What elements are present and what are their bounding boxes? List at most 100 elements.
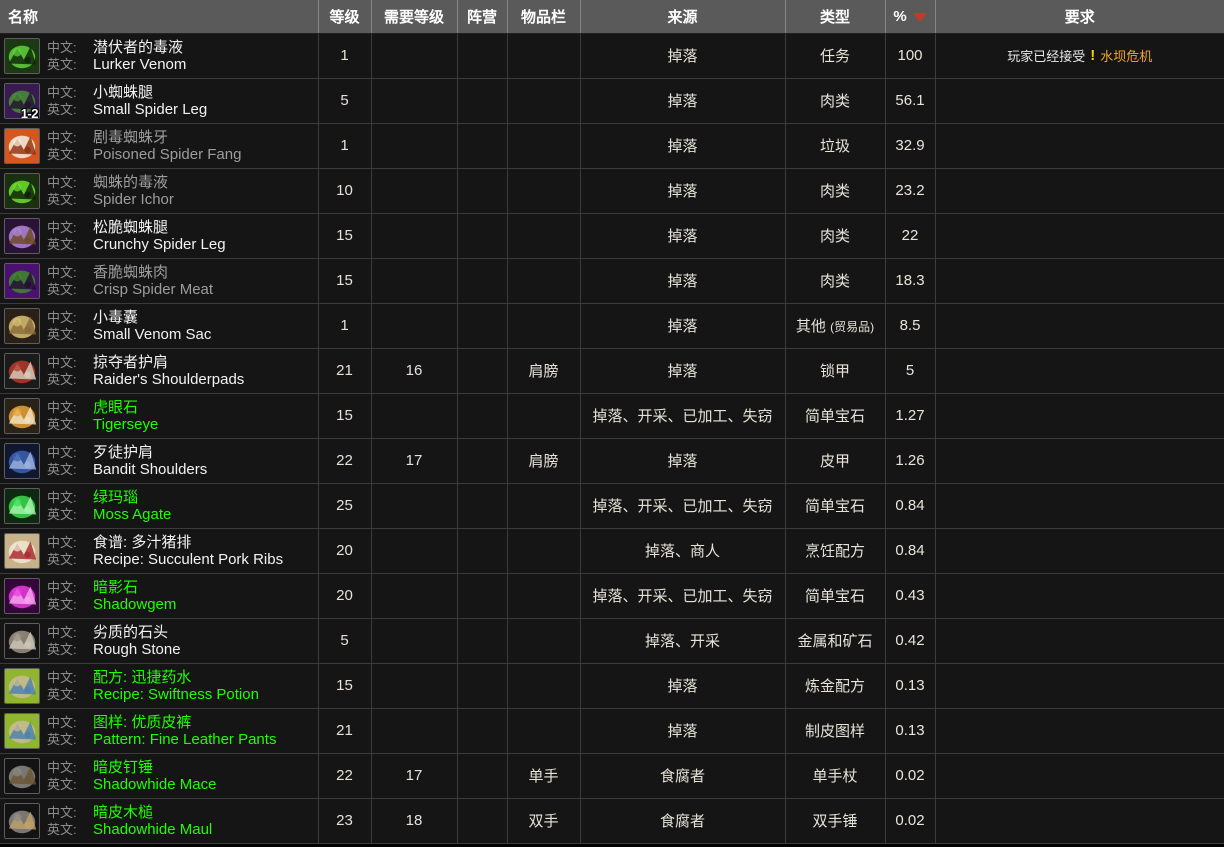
- table-row[interactable]: 中文: 小毒囊 英文: Small Venom Sac 1 掉落 其他 (贸易品) 8.5: [0, 303, 1224, 349]
- cell-item-name[interactable]: 中文: 配方: 迅捷药水 英文: Recipe: Swiftness Potion: [0, 663, 319, 709]
- item-name-cn[interactable]: 潜伏者的毒液: [93, 39, 183, 56]
- column-header-level[interactable]: 等级: [318, 0, 372, 34]
- cell-item-name[interactable]: 中文: 暗皮木槌 英文: Shadowhide Maul: [0, 798, 319, 844]
- table-row[interactable]: 中文: 配方: 迅捷药水 英文: Recipe: Swiftness Potion 15…: [0, 663, 1224, 709]
- item-name-en[interactable]: Raider's Shoulderpads: [93, 371, 244, 388]
- table-row[interactable]: 中文: 暗皮钉锤 英文: Shadowhide Mace 22 17 单手 食腐者 单手杖 0.0…: [0, 753, 1224, 799]
- cell-item-name[interactable]: 中文: 蜘蛛的毒液 英文: Spider Ichor: [0, 168, 319, 214]
- icon-crisp-spider-meat[interactable]: [4, 262, 40, 299]
- cell-item-name[interactable]: 中文: 暗影石 英文: Shadowgem: [0, 573, 319, 619]
- item-name-en[interactable]: Rough Stone: [93, 641, 181, 658]
- table-row[interactable]: 中文: 松脆蜘蛛腿 英文: Crunchy Spider Leg 15 掉落 肉类 22: [0, 213, 1224, 259]
- column-header-pct[interactable]: %: [885, 0, 936, 34]
- table-row[interactable]: 中文: 歹徒护肩 英文: Bandit Shoulders 22 17 肩膀 掉落 皮甲 1.26: [0, 438, 1224, 484]
- icon-small-spider-leg[interactable]: 1-2: [4, 82, 40, 119]
- cell-item-name[interactable]: 中文: 虎眼石 英文: Tigerseye: [0, 393, 319, 439]
- icon-lurker-venom[interactable]: [4, 37, 40, 74]
- item-name-en[interactable]: Tigerseye: [93, 416, 158, 433]
- icon-shadowhide-maul[interactable]: [4, 802, 40, 839]
- item-name-en[interactable]: Small Spider Leg: [93, 101, 207, 118]
- cell-item-name[interactable]: 中文: 掠夺者护肩 英文: Raider's Shoulderpads: [0, 348, 319, 394]
- cell-item-name[interactable]: 1-2 中文: 小蜘蛛腿 英文: Small Spider Leg: [0, 78, 319, 124]
- table-row[interactable]: 中文: 蜘蛛的毒液 英文: Spider Ichor 10 掉落 肉类 23.2: [0, 168, 1224, 214]
- cell-item-name[interactable]: 中文: 小毒囊 英文: Small Venom Sac: [0, 303, 319, 349]
- item-name-en[interactable]: Shadowhide Maul: [93, 821, 212, 838]
- cell-item-name[interactable]: 中文: 劣质的石头 英文: Rough Stone: [0, 618, 319, 664]
- item-name-cn[interactable]: 歹徒护肩: [93, 444, 153, 461]
- table-row[interactable]: 中文: 绿玛瑙 英文: Moss Agate 25 掉落、开采、已加工、失窃 简单宝石 0.8…: [0, 483, 1224, 529]
- item-name-en[interactable]: Recipe: Swiftness Potion: [93, 686, 259, 703]
- item-name-cn[interactable]: 绿玛瑙: [93, 489, 138, 506]
- icon-shadowgem[interactable]: [4, 577, 40, 614]
- icon-rough-stone[interactable]: [4, 622, 40, 659]
- icon-spider-ichor[interactable]: [4, 172, 40, 209]
- item-name-cn[interactable]: 蜘蛛的毒液: [93, 174, 168, 191]
- item-name-en[interactable]: Pattern: Fine Leather Pants: [93, 731, 276, 748]
- table-row[interactable]: 中文: 劣质的石头 英文: Rough Stone 5 掉落、开采 金属和矿石 0.42: [0, 618, 1224, 664]
- item-name-en[interactable]: Recipe: Succulent Pork Ribs: [93, 551, 283, 568]
- item-name-cn[interactable]: 配方: 迅捷药水: [93, 669, 191, 686]
- column-header-source[interactable]: 来源: [580, 0, 786, 34]
- table-row[interactable]: 中文: 掠夺者护肩 英文: Raider's Shoulderpads 21 16 肩膀 掉落…: [0, 348, 1224, 394]
- cell-item-name[interactable]: 中文: 绿玛瑙 英文: Moss Agate: [0, 483, 319, 529]
- sort-descending-icon[interactable]: [912, 12, 927, 22]
- cell-item-name[interactable]: 中文: 暗皮钉锤 英文: Shadowhide Mace: [0, 753, 319, 799]
- item-name-cn[interactable]: 劣质的石头: [93, 624, 168, 641]
- icon-poisoned-spider-fang[interactable]: [4, 127, 40, 164]
- table-row[interactable]: 中文: 虎眼石 英文: Tigerseye 15 掉落、开采、已加工、失窃 简单宝石 1.27: [0, 393, 1224, 439]
- table-row[interactable]: 1-2 中文: 小蜘蛛腿 英文: Small Spider Leg 5 掉落 肉类 56.1: [0, 78, 1224, 124]
- table-row[interactable]: 中文: 剧毒蜘蛛牙 英文: Poisoned Spider Fang 1 掉落 垃圾 32.9: [0, 123, 1224, 169]
- icon-shadowhide-mace[interactable]: [4, 757, 40, 794]
- item-name-en[interactable]: Lurker Venom: [93, 56, 186, 73]
- item-name-cn[interactable]: 掠夺者护肩: [93, 354, 168, 371]
- item-name-en[interactable]: Shadowgem: [93, 596, 176, 613]
- icon-tigerseye[interactable]: [4, 397, 40, 434]
- column-header-slot[interactable]: 物品栏: [507, 0, 581, 34]
- icon-recipe-swiftness-potion[interactable]: [4, 667, 40, 704]
- item-name-en[interactable]: Bandit Shoulders: [93, 461, 207, 478]
- item-name-cn[interactable]: 松脆蜘蛛腿: [93, 219, 168, 236]
- item-name-cn[interactable]: 小蜘蛛腿: [93, 84, 153, 101]
- table-row[interactable]: 中文: 图样: 优质皮裤 英文: Pattern: Fine Leather Pant…: [0, 708, 1224, 754]
- item-name-en[interactable]: Moss Agate: [93, 506, 171, 523]
- column-header-reqlevel[interactable]: 需要等级: [371, 0, 458, 34]
- cell-item-name[interactable]: 中文: 食谱: 多汁猪排 英文: Recipe: Succulent Pork Rib…: [0, 528, 319, 574]
- item-name-cn[interactable]: 剧毒蜘蛛牙: [93, 129, 168, 146]
- item-name-cn[interactable]: 暗皮钉锤: [93, 759, 153, 776]
- icon-small-venom-sac[interactable]: [4, 307, 40, 344]
- table-row[interactable]: 中文: 香脆蜘蛛肉 英文: Crisp Spider Meat 15 掉落 肉类 18.3: [0, 258, 1224, 304]
- cell-item-name[interactable]: 中文: 歹徒护肩 英文: Bandit Shoulders: [0, 438, 319, 484]
- item-name-cn[interactable]: 暗影石: [93, 579, 138, 596]
- column-header-req[interactable]: 要求: [935, 0, 1224, 34]
- icon-recipe-pork-ribs[interactable]: [4, 532, 40, 569]
- icon-bandit-shoulders[interactable]: [4, 442, 40, 479]
- cell-item-name[interactable]: 中文: 松脆蜘蛛腿 英文: Crunchy Spider Leg: [0, 213, 319, 259]
- cell-item-name[interactable]: 中文: 潜伏者的毒液 英文: Lurker Venom: [0, 33, 319, 79]
- item-name-cn[interactable]: 图样: 优质皮裤: [93, 714, 191, 731]
- icon-moss-agate[interactable]: [4, 487, 40, 524]
- item-name-cn[interactable]: 香脆蜘蛛肉: [93, 264, 168, 281]
- item-name-en[interactable]: Crisp Spider Meat: [93, 281, 213, 298]
- table-row[interactable]: 中文: 食谱: 多汁猪排 英文: Recipe: Succulent Pork Rib…: [0, 528, 1224, 574]
- item-name-en[interactable]: Poisoned Spider Fang: [93, 146, 241, 163]
- column-header-faction[interactable]: 阵营: [457, 0, 508, 34]
- item-name-cn[interactable]: 虎眼石: [93, 399, 138, 416]
- cell-item-name[interactable]: 中文: 剧毒蜘蛛牙 英文: Poisoned Spider Fang: [0, 123, 319, 169]
- table-row[interactable]: 中文: 暗影石 英文: Shadowgem 20 掉落、开采、已加工、失窃 简单宝石 0.43: [0, 573, 1224, 619]
- table-row[interactable]: 中文: 潜伏者的毒液 英文: Lurker Venom 1 掉落 任务 100 玩家已经接受! 水…: [0, 33, 1224, 79]
- item-name-cn[interactable]: 食谱: 多汁猪排: [93, 534, 191, 551]
- item-name-cn[interactable]: 暗皮木槌: [93, 804, 153, 821]
- item-name-cn[interactable]: 小毒囊: [93, 309, 138, 326]
- item-name-en[interactable]: Shadowhide Mace: [93, 776, 216, 793]
- quest-link[interactable]: 水坝危机: [1100, 46, 1152, 65]
- cell-item-name[interactable]: 中文: 香脆蜘蛛肉 英文: Crisp Spider Meat: [0, 258, 319, 304]
- column-header-name[interactable]: 名称: [0, 0, 319, 34]
- item-name-en[interactable]: Spider Ichor: [93, 191, 174, 208]
- icon-raiders-shoulderpads[interactable]: [4, 352, 40, 389]
- column-header-type[interactable]: 类型: [785, 0, 886, 34]
- item-name-en[interactable]: Small Venom Sac: [93, 326, 211, 343]
- cell-item-name[interactable]: 中文: 图样: 优质皮裤 英文: Pattern: Fine Leather Pant…: [0, 708, 319, 754]
- item-name-en[interactable]: Crunchy Spider Leg: [93, 236, 226, 253]
- icon-crunchy-spider-leg[interactable]: [4, 217, 40, 254]
- table-row[interactable]: 中文: 暗皮木槌 英文: Shadowhide Maul 23 18 双手 食腐者 双手锤 0.0…: [0, 798, 1224, 844]
